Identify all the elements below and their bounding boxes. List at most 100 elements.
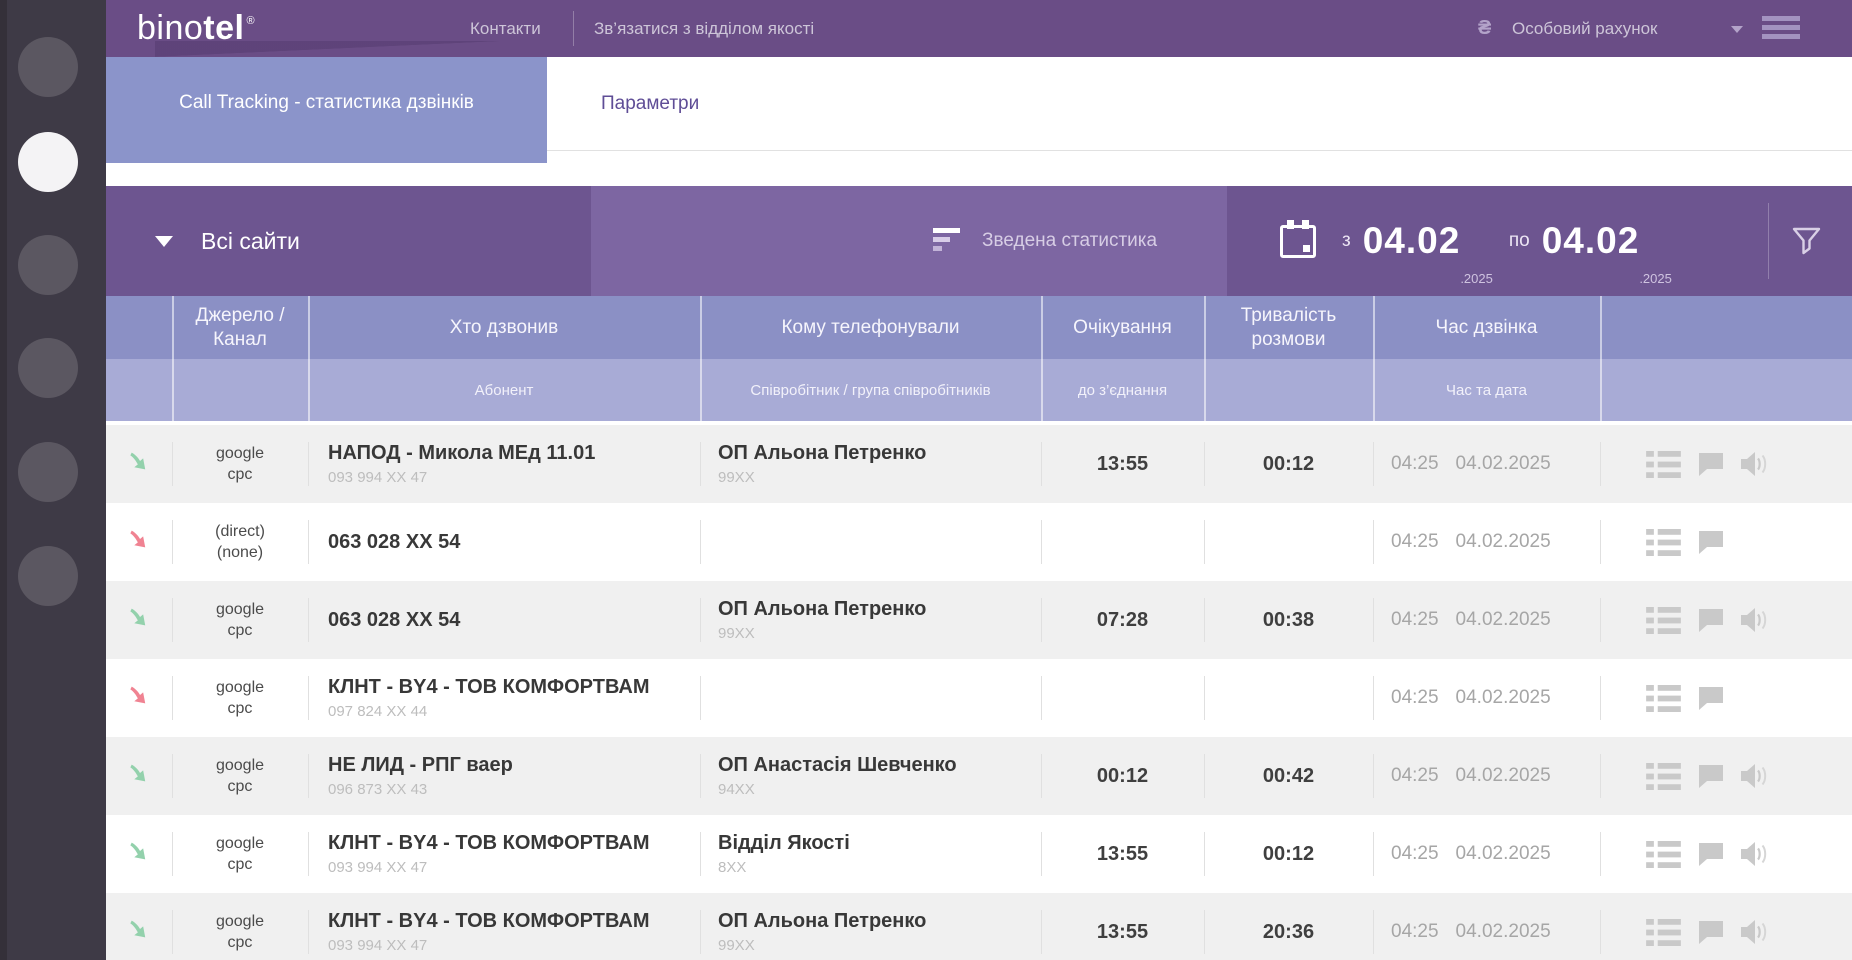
duration-cell: 00:12: [1204, 815, 1373, 893]
calendar-icon[interactable]: [1280, 225, 1316, 258]
comment-icon[interactable]: [1698, 764, 1724, 788]
row-actions: [1600, 815, 1852, 893]
call-details-icon[interactable]: [1646, 919, 1681, 946]
nav-contacts-link[interactable]: Контакти: [470, 0, 541, 57]
caller-name: 063 028 XX 54: [328, 609, 460, 632]
call-time: 04:25: [1391, 765, 1439, 787]
callee-cell: ОП Анастасія Шевченко 94XX: [700, 737, 1041, 815]
call-time: 04:25: [1391, 687, 1439, 709]
call-details-icon[interactable]: [1646, 763, 1681, 790]
table-row: googlecpc НАПОД - Микола МЕд 11.01 093 9…: [106, 425, 1852, 503]
call-date: 04.02.2025: [1456, 687, 1551, 709]
binotel-logo[interactable]: binotel®: [137, 0, 255, 57]
nav-quality-link[interactable]: Зв’язатися з відділом якості: [594, 0, 814, 57]
waiting-time-cell: 13:55: [1041, 425, 1204, 503]
comment-icon[interactable]: [1698, 608, 1724, 632]
call-time-cell: 04:25 04.02.2025: [1373, 659, 1600, 737]
call-date: 04.02.2025: [1456, 453, 1551, 475]
sidebar-avatar[interactable]: [18, 132, 78, 192]
waiting-time-cell: [1041, 503, 1204, 581]
comment-icon[interactable]: [1698, 842, 1724, 866]
comment-icon[interactable]: [1698, 530, 1724, 554]
logo-text-regular: bino: [137, 9, 203, 48]
date-to-value[interactable]: 04.02: [1542, 220, 1640, 262]
call-time-cell: 04:25 04.02.2025: [1373, 503, 1600, 581]
audio-icon[interactable]: [1741, 452, 1769, 476]
callee-cell: ОП Альона Петренко 99XX: [700, 581, 1041, 659]
subheader-waiting: до з’єднання: [1041, 359, 1204, 421]
waiting-time-cell: 13:55: [1041, 893, 1204, 960]
col-header-waiting: Очікування: [1041, 296, 1204, 359]
row-actions: [1600, 893, 1852, 960]
callee-extension: 8XX: [718, 859, 746, 876]
callee-cell: ОП Альона Петренко 99XX: [700, 893, 1041, 960]
comment-icon[interactable]: [1698, 920, 1724, 944]
audio-icon[interactable]: [1741, 764, 1769, 788]
date-from-value[interactable]: 04.02: [1363, 220, 1461, 262]
source-channel-cell: (direct)(none): [172, 503, 308, 581]
caller-cell: НЕ ЛИД - РПГ ваер 096 873 XX 43: [308, 737, 700, 815]
caller-name: КЛНТ - BY4 - ТОВ КОМФОРТВАМ: [328, 910, 650, 933]
summary-stats-link[interactable]: Зведена статистика: [982, 230, 1157, 252]
table-subheader-row: Абонент Співробітник / група співробітни…: [106, 359, 1852, 421]
call-details-icon[interactable]: [1646, 529, 1681, 556]
site-selector-label: Всі сайти: [201, 228, 300, 255]
filter-funnel-icon[interactable]: [1792, 227, 1821, 261]
audio-icon[interactable]: [1741, 842, 1769, 866]
source-channel-cell: googlecpc: [172, 659, 308, 737]
call-details-icon[interactable]: [1646, 451, 1681, 478]
call-time-cell: 04:25 04.02.2025: [1373, 737, 1600, 815]
logo-text-bold: tel: [203, 9, 244, 48]
dropdown-triangle-icon: [155, 236, 173, 247]
row-actions: [1600, 503, 1852, 581]
incoming-call-icon: [127, 917, 152, 947]
comment-icon[interactable]: [1698, 452, 1724, 476]
sidebar-avatar[interactable]: [18, 235, 78, 295]
call-details-icon[interactable]: [1646, 607, 1681, 634]
waiting-time-cell: 07:28: [1041, 581, 1204, 659]
account-menu[interactable]: Особовий рахунок: [1512, 0, 1658, 57]
call-time: 04:25: [1391, 453, 1439, 475]
caller-name: КЛНТ - BY4 - ТОВ КОМФОРТВАМ: [328, 676, 650, 699]
toolbar-divider: [1768, 203, 1769, 279]
table-header-row: Джерело / Канал Хто дзвонив Кому телефон…: [106, 296, 1852, 359]
tab-call-tracking[interactable]: Call Tracking - статистика дзвінків: [106, 57, 547, 163]
sidebar-avatar[interactable]: [18, 37, 78, 97]
call-date: 04.02.2025: [1456, 921, 1551, 943]
audio-icon[interactable]: [1741, 920, 1769, 944]
hamburger-menu-icon[interactable]: [1762, 16, 1800, 43]
call-log-table-body: googlecpc НАПОД - Микола МЕд 11.01 093 9…: [106, 425, 1852, 960]
row-actions: [1600, 737, 1852, 815]
table-row: (direct)(none) 063 028 XX 54 04:25 04.02…: [106, 503, 1852, 581]
duration-cell: 00:12: [1204, 425, 1373, 503]
caller-cell: НАПОД - Микола МЕд 11.01 093 994 XX 47: [308, 425, 700, 503]
callee-name: ОП Альона Петренко: [718, 598, 926, 621]
call-date: 04.02.2025: [1456, 531, 1551, 553]
sidebar-avatar[interactable]: [18, 442, 78, 502]
tab-parameters[interactable]: Параметри: [601, 57, 699, 150]
app-sidebar: [0, 0, 106, 960]
callee-extension: 94XX: [718, 781, 755, 798]
call-date: 04.02.2025: [1456, 765, 1551, 787]
caller-phone: 093 994 XX 47: [328, 469, 427, 486]
chevron-down-icon[interactable]: [1731, 26, 1743, 33]
date-from-label: з: [1342, 230, 1351, 252]
col-header-source: Джерело / Канал: [172, 296, 308, 359]
call-details-icon[interactable]: [1646, 841, 1681, 868]
incoming-call-icon: [127, 839, 152, 869]
caller-name: КЛНТ - BY4 - ТОВ КОМФОРТВАМ: [328, 832, 650, 855]
audio-icon[interactable]: [1741, 608, 1769, 632]
sidebar-avatar[interactable]: [18, 546, 78, 606]
site-selector[interactable]: Всі сайти: [106, 186, 591, 296]
callee-extension: 99XX: [718, 937, 755, 954]
date-range-picker: з 04.02 .2025 по 04.02 .2025: [1227, 186, 1852, 296]
call-time-cell: 04:25 04.02.2025: [1373, 425, 1600, 503]
missed-call-icon: [127, 683, 152, 713]
duration-cell: 00:38: [1204, 581, 1373, 659]
call-time-cell: 04:25 04.02.2025: [1373, 893, 1600, 960]
comment-icon[interactable]: [1698, 686, 1724, 710]
caller-name: НАПОД - Микола МЕд 11.01: [328, 442, 595, 465]
sidebar-avatar[interactable]: [18, 338, 78, 398]
registered-mark: ®: [246, 15, 255, 27]
call-details-icon[interactable]: [1646, 685, 1681, 712]
